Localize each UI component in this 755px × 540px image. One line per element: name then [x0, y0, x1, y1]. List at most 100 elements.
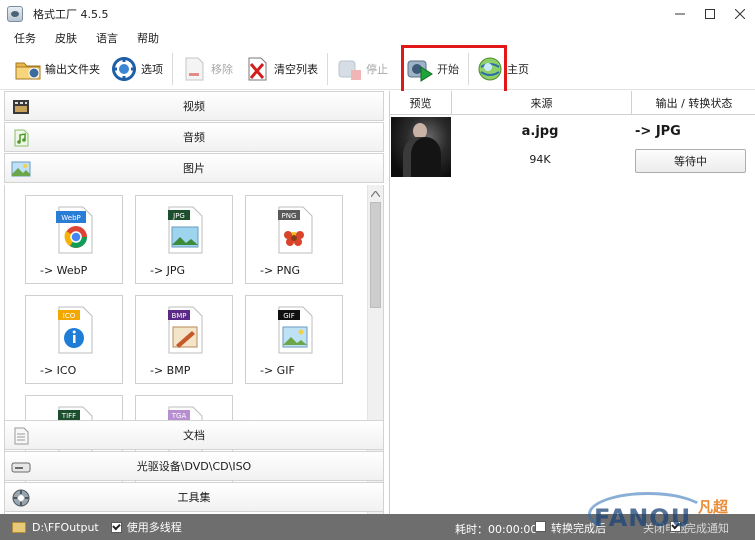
category-rom-device[interactable]: 光驱设备\DVD\CD\ISO — [4, 451, 384, 481]
scrollbar-thumb[interactable] — [370, 202, 381, 308]
format-label-bmp: -> BMP — [150, 364, 191, 377]
music-note-icon — [14, 129, 29, 147]
multithread-label: 使用多线程 — [126, 521, 182, 534]
gear-icon — [112, 56, 136, 81]
output-folder-button[interactable]: 输出文件夹 — [10, 51, 106, 87]
format-badge-text: TIFF — [61, 412, 76, 420]
remove-label: 移除 — [211, 62, 233, 76]
category-video-label: 视频 — [183, 100, 205, 113]
done-notify-checkbox[interactable] — [670, 521, 681, 532]
format-tile-jpg[interactable]: JPG -> JPG — [135, 195, 233, 284]
menu-skin[interactable]: 皮肤 — [53, 29, 79, 47]
folder-icon — [15, 62, 41, 79]
menu-task[interactable]: 任务 — [12, 29, 38, 47]
category-image-label: 图片 — [183, 162, 205, 175]
app-logo-icon — [7, 6, 23, 22]
task-table-header: 预览 来源 输出 / 转换状态 — [390, 91, 755, 115]
format-tile-png[interactable]: PNG -> PNG — [245, 195, 343, 284]
tools-icon — [12, 489, 30, 507]
menu-bar: 任务 皮肤 语言 帮助 — [0, 28, 755, 48]
gif-file-icon: GIF — [278, 306, 313, 354]
output-folder-label: 输出文件夹 — [45, 62, 100, 76]
category-document[interactable]: 文档 — [4, 420, 384, 450]
category-audio[interactable]: 音频 — [4, 122, 384, 152]
source-filesize: 94K — [529, 153, 551, 166]
start-label: 开始 — [437, 62, 459, 76]
format-badge-text: PNG — [282, 212, 297, 220]
category-audio-label: 音频 — [183, 131, 205, 144]
column-header-output-status[interactable]: 输出 / 转换状态 — [632, 91, 755, 115]
scroll-up-arrow-icon[interactable] — [368, 186, 383, 201]
multithread-checkbox[interactable] — [110, 521, 122, 533]
minimize-icon[interactable] — [665, 0, 695, 28]
category-tools[interactable]: 工具集 — [4, 482, 384, 512]
stop-icon — [338, 60, 361, 80]
toolbar: 输出文件夹 选项 移除 清空列表 停止 开始 主页 — [0, 48, 755, 90]
format-badge-text: JPG — [172, 212, 185, 220]
remove-button[interactable]: 移除 — [176, 51, 239, 87]
stop-button[interactable]: 停止 — [331, 51, 394, 87]
format-label-gif: -> GIF — [260, 364, 295, 377]
category-rom-label: 光驱设备\DVD\CD\ISO — [136, 460, 252, 473]
after-convert-label: 转换完成后 — [551, 522, 606, 535]
webp-file-icon: WebP — [56, 206, 93, 254]
category-panel: 视频 音频 图片 WebP -> WebP JPG -> JPG PNG -> … — [4, 91, 384, 515]
maximize-icon[interactable] — [695, 0, 725, 28]
elapsed-time: 耗时：00:00:00 — [455, 523, 538, 536]
output-folder-icon[interactable] — [12, 521, 26, 533]
picture-icon — [11, 161, 31, 177]
toolbar-divider — [172, 52, 173, 85]
format-tile-bmp[interactable]: BMP -> BMP — [135, 295, 233, 384]
options-label: 选项 — [141, 62, 163, 76]
start-button[interactable]: 开始 — [402, 51, 465, 87]
close-icon[interactable] — [725, 0, 755, 28]
clear-list-icon — [248, 57, 267, 80]
toolbar-divider — [327, 52, 328, 85]
format-label-ico: -> ICO — [40, 364, 77, 377]
format-tile-webp[interactable]: WebP -> WebP — [25, 195, 123, 284]
title-bar: 格式工厂 4.5.5 — [0, 0, 755, 28]
format-badge-text: GIF — [283, 312, 295, 320]
format-label-jpg: -> JPG — [150, 264, 186, 277]
status-waiting-button[interactable]: 等待中 — [635, 149, 746, 173]
document-remove-icon — [185, 57, 204, 80]
column-header-source[interactable]: 来源 — [452, 91, 632, 115]
home-button[interactable]: 主页 — [472, 51, 535, 87]
jpg-file-icon: JPG — [168, 206, 203, 254]
options-button[interactable]: 选项 — [106, 51, 169, 87]
after-convert-checkbox[interactable] — [535, 521, 546, 532]
format-label-png: -> PNG — [260, 264, 301, 277]
category-video[interactable]: 视频 — [4, 91, 384, 121]
ico-file-icon: ICO — [58, 306, 93, 354]
clear-list-button[interactable]: 清空列表 — [239, 51, 324, 87]
toolbar-divider — [468, 52, 469, 85]
format-badge-text: WebP — [61, 214, 80, 222]
format-tile-gif[interactable]: GIF -> GIF — [245, 295, 343, 384]
table-row[interactable]: a.jpg 94K -> JPG 等待中 — [390, 116, 755, 178]
task-list: 预览 来源 输出 / 转换状态 a.jpg 94K -> JPG 等待中 — [389, 91, 755, 514]
disc-drive-icon — [11, 462, 31, 473]
document-icon — [14, 427, 29, 445]
menu-help[interactable]: 帮助 — [135, 29, 161, 47]
category-image[interactable]: 图片 — [4, 153, 384, 183]
window-controls — [665, 0, 755, 28]
home-label: 主页 — [507, 62, 529, 76]
play-start-icon — [407, 60, 433, 82]
source-filename: a.jpg — [521, 124, 559, 139]
bmp-file-icon: BMP — [168, 306, 203, 354]
column-header-preview[interactable]: 预览 — [390, 91, 452, 115]
format-tile-ico[interactable]: ICO -> ICO — [25, 295, 123, 384]
stop-label: 停止 — [366, 62, 388, 76]
png-file-icon: PNG — [278, 206, 313, 254]
status-bar: D:\FFOutput 使用多线程 耗时：00:00:00 转换完成后 关闭电脑… — [0, 514, 755, 540]
film-icon — [13, 100, 29, 114]
output-format: -> JPG — [635, 124, 681, 139]
format-badge-text: TGA — [171, 412, 187, 420]
category-tools-label: 工具集 — [177, 491, 211, 504]
home-globe-icon — [478, 57, 502, 80]
output-path[interactable]: D:\FFOutput — [32, 521, 99, 534]
format-badge-text: BMP — [171, 312, 186, 320]
menu-language[interactable]: 语言 — [94, 29, 120, 47]
format-label-webp: -> WebP — [40, 264, 88, 277]
window-title: 格式工厂 4.5.5 — [33, 8, 109, 21]
